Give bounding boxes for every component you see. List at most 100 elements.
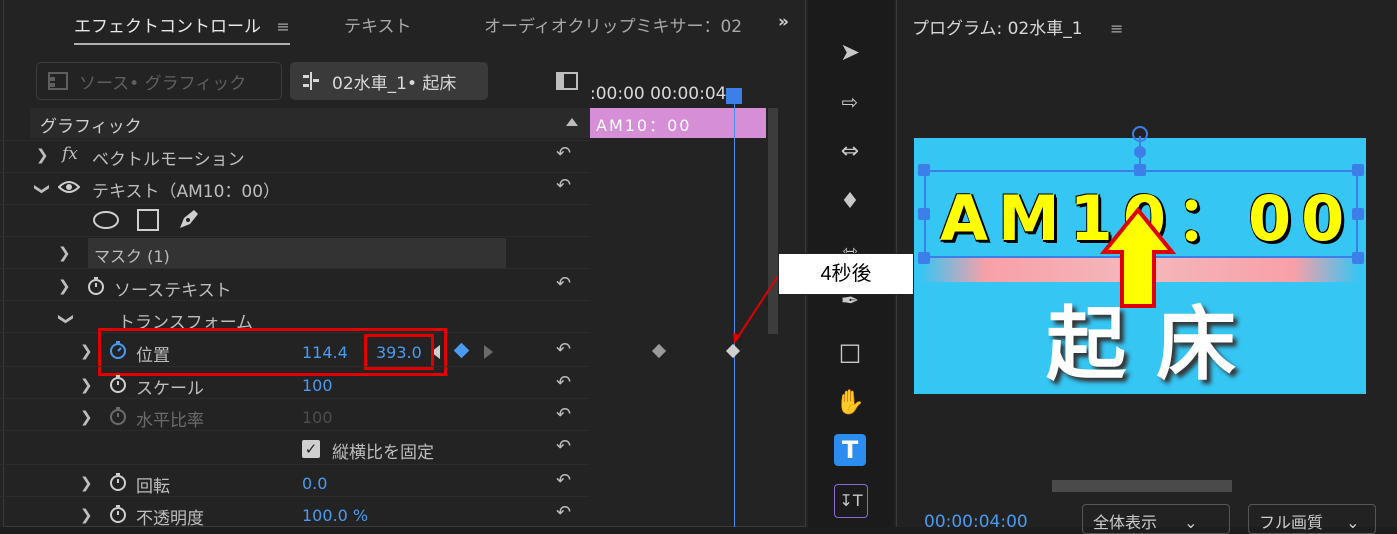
reset-icon[interactable]: ↶ (556, 143, 571, 164)
uniform-scale-checkbox[interactable]: ✓ (302, 440, 320, 458)
eye-icon[interactable] (58, 180, 80, 194)
chevron-right-icon[interactable]: ❯ (80, 376, 93, 394)
razor-tool-icon[interactable]: ♦ (834, 186, 866, 218)
tab-audio-clip-mixer[interactable]: オーディオクリップミキサー：02 (484, 12, 742, 37)
highlight-position-y (364, 334, 434, 370)
type-tool-icon[interactable]: T (834, 434, 866, 466)
chevron-right-icon[interactable]: ❯ (80, 408, 93, 426)
row-divider (0, 464, 590, 465)
reset-icon[interactable]: ↶ (556, 372, 571, 393)
chevron-right-icon[interactable]: ❯ (80, 342, 93, 360)
next-keyframe-icon[interactable] (484, 345, 493, 359)
row-divider (0, 496, 590, 497)
stopwatch-icon (110, 407, 126, 425)
chevron-right-icon[interactable]: ❯ (58, 244, 71, 262)
breadcrumb-clip-label: 02水車_1• 起床 (332, 73, 457, 94)
stopwatch-icon[interactable] (108, 504, 128, 524)
program-title-label: プログラム: 02水車_1 (912, 19, 1083, 39)
breadcrumb-source-label: ソース• グラフィック (79, 73, 247, 94)
callout-after-4-seconds: 4秒後 (778, 253, 914, 295)
scale-label: スケール (136, 379, 204, 399)
clip-bar-label: AM10：00 (596, 116, 692, 135)
collapse-panel-icon[interactable] (556, 72, 578, 90)
chevron-down-icon: ⌄ (1184, 513, 1198, 532)
graphics-section-label: グラフィック (40, 117, 142, 137)
reset-icon[interactable]: ↶ (556, 404, 571, 425)
transform-handle[interactable] (918, 208, 930, 220)
transform-handle[interactable] (1134, 164, 1146, 176)
scale-width-label: 水平比率 (136, 411, 204, 431)
reset-icon[interactable]: ↶ (556, 502, 571, 523)
hand-tool-icon[interactable]: ✋ (834, 386, 866, 418)
vertical-type-tool-icon[interactable]: ↧T (834, 484, 868, 518)
reset-icon[interactable]: ↶ (556, 273, 571, 294)
more-tabs-icon[interactable]: » (778, 12, 789, 32)
uniform-scale-label: 縦横比を固定 (332, 443, 434, 463)
track-select-tool-icon[interactable]: ⇨ (834, 86, 866, 118)
row-divider (0, 430, 590, 431)
row-divider (0, 204, 590, 205)
selection-tool-icon[interactable]: ➤ (834, 36, 866, 68)
tab-text[interactable]: テキスト (344, 12, 412, 37)
chevron-right-icon[interactable]: ❯ (80, 474, 93, 492)
breadcrumb-clip[interactable]: 02水車_1• 起床 (290, 62, 488, 100)
playhead-timecode[interactable]: 00:00:04:00 (924, 512, 1028, 532)
stopwatch-icon[interactable] (108, 374, 128, 394)
stopwatch-icon[interactable] (108, 472, 128, 492)
transform-handle[interactable] (1352, 208, 1364, 220)
anchor-point[interactable] (1134, 146, 1146, 158)
reset-icon[interactable]: ↶ (556, 470, 571, 491)
panel-menu-icon[interactable]: ≡ (1110, 19, 1123, 38)
row-divider (0, 366, 590, 367)
timeline-scrollbar[interactable] (768, 108, 778, 334)
chevron-right-icon[interactable]: ❯ (36, 146, 49, 164)
pen-mask-icon[interactable] (176, 206, 202, 232)
rotation-value[interactable]: 0.0 (302, 474, 327, 493)
chevron-down-icon[interactable]: ❯ (33, 183, 51, 196)
row-divider (0, 140, 590, 141)
chevron-down-icon: ⌄ (1346, 513, 1360, 532)
panel-menu-icon[interactable]: ≡ (276, 17, 289, 36)
row-divider (0, 268, 590, 269)
zoom-level-label: 全体表示 (1093, 513, 1158, 532)
rotation-label: 回転 (136, 477, 170, 497)
stopwatch-icon[interactable] (86, 276, 106, 296)
playhead-handle[interactable] (726, 88, 742, 104)
transform-handle[interactable] (918, 164, 930, 176)
transform-handle[interactable] (1352, 164, 1364, 176)
row-divider (0, 300, 590, 301)
sequence-icon (303, 72, 319, 90)
monitor-scrollbar[interactable] (1052, 480, 1232, 492)
tab-effect-controls-label: エフェクトコントロール (74, 17, 261, 37)
reset-icon[interactable]: ↶ (556, 339, 571, 360)
reset-icon[interactable]: ↶ (556, 436, 571, 457)
row-divider (0, 398, 590, 399)
transform-handle[interactable] (918, 252, 930, 264)
rectangle-mask-icon[interactable] (136, 208, 160, 232)
rotation-handle[interactable] (1132, 126, 1148, 142)
chevron-right-icon[interactable]: ❯ (80, 506, 93, 524)
collapse-up-icon[interactable] (566, 118, 578, 126)
text-layer-label: テキスト（AM10：00） (92, 182, 281, 202)
scale-value[interactable]: 100 (302, 376, 333, 395)
playhead-line (734, 104, 735, 527)
reset-icon[interactable]: ↶ (556, 175, 571, 196)
rectangle-tool-icon[interactable]: □ (834, 336, 866, 368)
resolution-label: フル画質 (1259, 513, 1324, 532)
up-arrow-annotation (1100, 206, 1176, 308)
ellipse-mask-icon[interactable] (92, 210, 120, 230)
playback-resolution-dropdown[interactable]: フル画質 ⌄ (1248, 504, 1376, 534)
zoom-level-dropdown[interactable]: 全体表示 ⌄ (1082, 504, 1230, 534)
transform-handle[interactable] (1352, 252, 1364, 264)
tab-effect-controls[interactable]: エフェクトコントロール ≡ (74, 12, 290, 45)
opacity-value[interactable]: 100.0 % (302, 506, 368, 525)
scale-width-value: 100 (302, 408, 333, 427)
chevron-right-icon[interactable]: ❯ (58, 277, 71, 295)
row-divider (0, 236, 590, 237)
ripple-edit-tool-icon[interactable]: ⇔ (834, 136, 866, 168)
breadcrumb-source[interactable]: ソース• グラフィック (36, 62, 282, 100)
timeline-ruler[interactable]: :00:00 00:00:04 (590, 84, 770, 104)
film-icon (48, 72, 68, 90)
chevron-down-icon[interactable]: ❯ (57, 313, 75, 326)
fx-badge[interactable]: fx (62, 144, 78, 164)
